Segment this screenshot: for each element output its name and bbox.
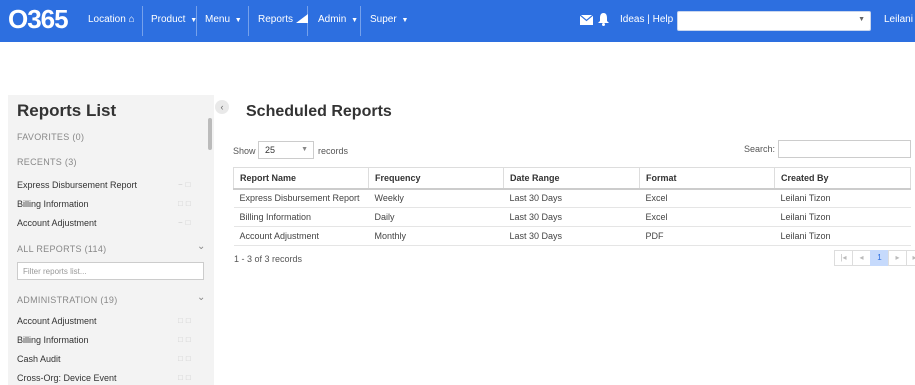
- nav-divider: [142, 6, 143, 36]
- favorites-header[interactable]: FAVORITES (0): [17, 132, 84, 142]
- cell-report-name: Billing Information: [233, 207, 369, 227]
- pagination: |◂ ◂ 1 ▸ ▸|: [834, 250, 915, 266]
- recent-item[interactable]: Account Adjustment: [17, 218, 97, 228]
- page-title: Scheduled Reports: [246, 103, 392, 120]
- chart-icon: [295, 14, 308, 23]
- item-actions[interactable]: □□: [178, 373, 194, 382]
- chevron-down-icon: ▼: [234, 17, 242, 24]
- item-actions[interactable]: □□: [178, 354, 194, 363]
- column-header[interactable]: Frequency: [368, 167, 504, 190]
- show-label: Show: [233, 146, 256, 156]
- cell-report-name: Account Adjustment: [233, 226, 369, 246]
- sidebar-title: Reports List: [17, 101, 117, 120]
- recent-item[interactable]: Express Disbursement Report: [17, 180, 137, 190]
- records-label: records: [318, 146, 349, 156]
- nav-product[interactable]: Product ▼: [151, 14, 197, 25]
- sidebar-scrollbar[interactable]: [208, 118, 212, 150]
- item-actions[interactable]: □□: [178, 316, 194, 325]
- cell-created-by: Leilani Tizon: [774, 188, 911, 208]
- nav-divider: [360, 6, 361, 36]
- nav-divider: [307, 6, 308, 36]
- column-header[interactable]: Report Name: [233, 167, 369, 190]
- recent-item[interactable]: Billing Information: [17, 199, 89, 209]
- chevron-down-icon[interactable]: ⌄: [197, 241, 205, 252]
- cell-date-range: Last 30 Days: [503, 207, 640, 227]
- chevron-down-icon: ▼: [858, 16, 865, 23]
- reports-sidebar: Reports List FAVORITES (0) RECENTS (3) E…: [8, 95, 214, 385]
- ideas-help-link[interactable]: Ideas | Help: [620, 14, 673, 25]
- item-actions[interactable]: −□: [178, 218, 194, 227]
- mail-icon[interactable]: [580, 15, 593, 25]
- page-1-button[interactable]: 1: [870, 250, 889, 266]
- search-input[interactable]: [778, 140, 911, 158]
- table-header-row: Report Name Frequency Date Range Format …: [233, 167, 911, 190]
- nav-divider: [248, 6, 249, 36]
- table-row[interactable]: Express Disbursement Report Weekly Last …: [233, 188, 911, 208]
- chevron-down-icon: ▼: [401, 17, 409, 24]
- nav-super-label: Super: [370, 14, 397, 25]
- chevron-down-icon[interactable]: ⌄: [197, 292, 205, 303]
- recents-header[interactable]: RECENTS (3): [17, 157, 77, 167]
- page-size-select[interactable]: 25 ▼: [258, 141, 314, 159]
- global-search-select[interactable]: ▼: [677, 11, 871, 31]
- nav-product-label: Product: [151, 14, 186, 25]
- item-actions[interactable]: □□: [178, 199, 194, 208]
- last-page-button[interactable]: ▸|: [906, 250, 915, 266]
- prev-page-button[interactable]: ◂: [852, 250, 871, 266]
- top-navbar: O365 Location ⌂ Product ▼ Menu ▼ Reports…: [0, 0, 915, 42]
- column-header[interactable]: Date Range: [503, 167, 640, 190]
- user-menu[interactable]: Leilani▼: [884, 14, 915, 25]
- cell-date-range: Last 30 Days: [503, 226, 640, 246]
- first-page-button[interactable]: |◂: [834, 250, 853, 266]
- chevron-down-icon: ▼: [351, 17, 359, 24]
- nav-divider: [196, 6, 197, 36]
- admin-item[interactable]: Account Adjustment: [17, 316, 97, 326]
- scheduled-reports-table: Report Name Frequency Date Range Format …: [233, 167, 911, 246]
- nav-location-label: Location: [88, 14, 126, 25]
- nav-admin-label: Admin: [318, 14, 347, 25]
- nav-admin[interactable]: Admin ▼: [318, 14, 358, 25]
- nav-reports[interactable]: Reports: [258, 14, 308, 25]
- search-label: Search:: [744, 144, 776, 154]
- cell-frequency: Monthly: [368, 226, 504, 246]
- home-icon: ⌂: [128, 14, 135, 25]
- nav-reports-label: Reports: [258, 14, 294, 25]
- admin-item[interactable]: Cross-Org: Device Event: [17, 373, 117, 383]
- app-logo[interactable]: O365: [8, 4, 69, 35]
- cell-format: Excel: [639, 207, 775, 227]
- next-page-button[interactable]: ▸: [888, 250, 907, 266]
- table-row[interactable]: Account Adjustment Monthly Last 30 Days …: [233, 226, 911, 246]
- column-header[interactable]: Format: [639, 167, 775, 190]
- cell-created-by: Leilani Tizon: [774, 207, 911, 227]
- records-count: 1 - 3 of 3 records: [234, 254, 303, 264]
- item-actions[interactable]: □□: [178, 335, 194, 344]
- collapse-sidebar-button[interactable]: ‹: [215, 100, 229, 114]
- cell-created-by: Leilani Tizon: [774, 226, 911, 246]
- nav-menu-label: Menu: [205, 14, 231, 25]
- admin-item[interactable]: Billing Information: [17, 335, 89, 345]
- cell-frequency: Daily: [368, 207, 504, 227]
- cell-format: PDF: [639, 226, 775, 246]
- admin-item[interactable]: Cash Audit: [17, 354, 61, 364]
- filter-reports-input[interactable]: Filter reports list...: [17, 262, 204, 280]
- table-row[interactable]: Billing Information Daily Last 30 Days E…: [233, 207, 911, 227]
- administration-header[interactable]: ADMINISTRATION (19): [17, 295, 118, 305]
- bell-icon[interactable]: [598, 13, 609, 26]
- nav-super[interactable]: Super ▼: [370, 14, 408, 25]
- nav-menu[interactable]: Menu ▼: [205, 14, 242, 25]
- chevron-down-icon: ▼: [301, 146, 308, 153]
- cell-frequency: Weekly: [368, 188, 504, 208]
- user-name: Leilani: [884, 14, 913, 25]
- cell-date-range: Last 30 Days: [503, 188, 640, 208]
- item-actions[interactable]: −□: [178, 180, 194, 189]
- nav-location[interactable]: Location ⌂: [88, 14, 135, 25]
- cell-report-name: Express Disbursement Report: [233, 188, 369, 208]
- page-size-value: 25: [265, 145, 276, 155]
- all-reports-header[interactable]: ALL REPORTS (114): [17, 244, 106, 254]
- cell-format: Excel: [639, 188, 775, 208]
- column-header[interactable]: Created By: [774, 167, 911, 190]
